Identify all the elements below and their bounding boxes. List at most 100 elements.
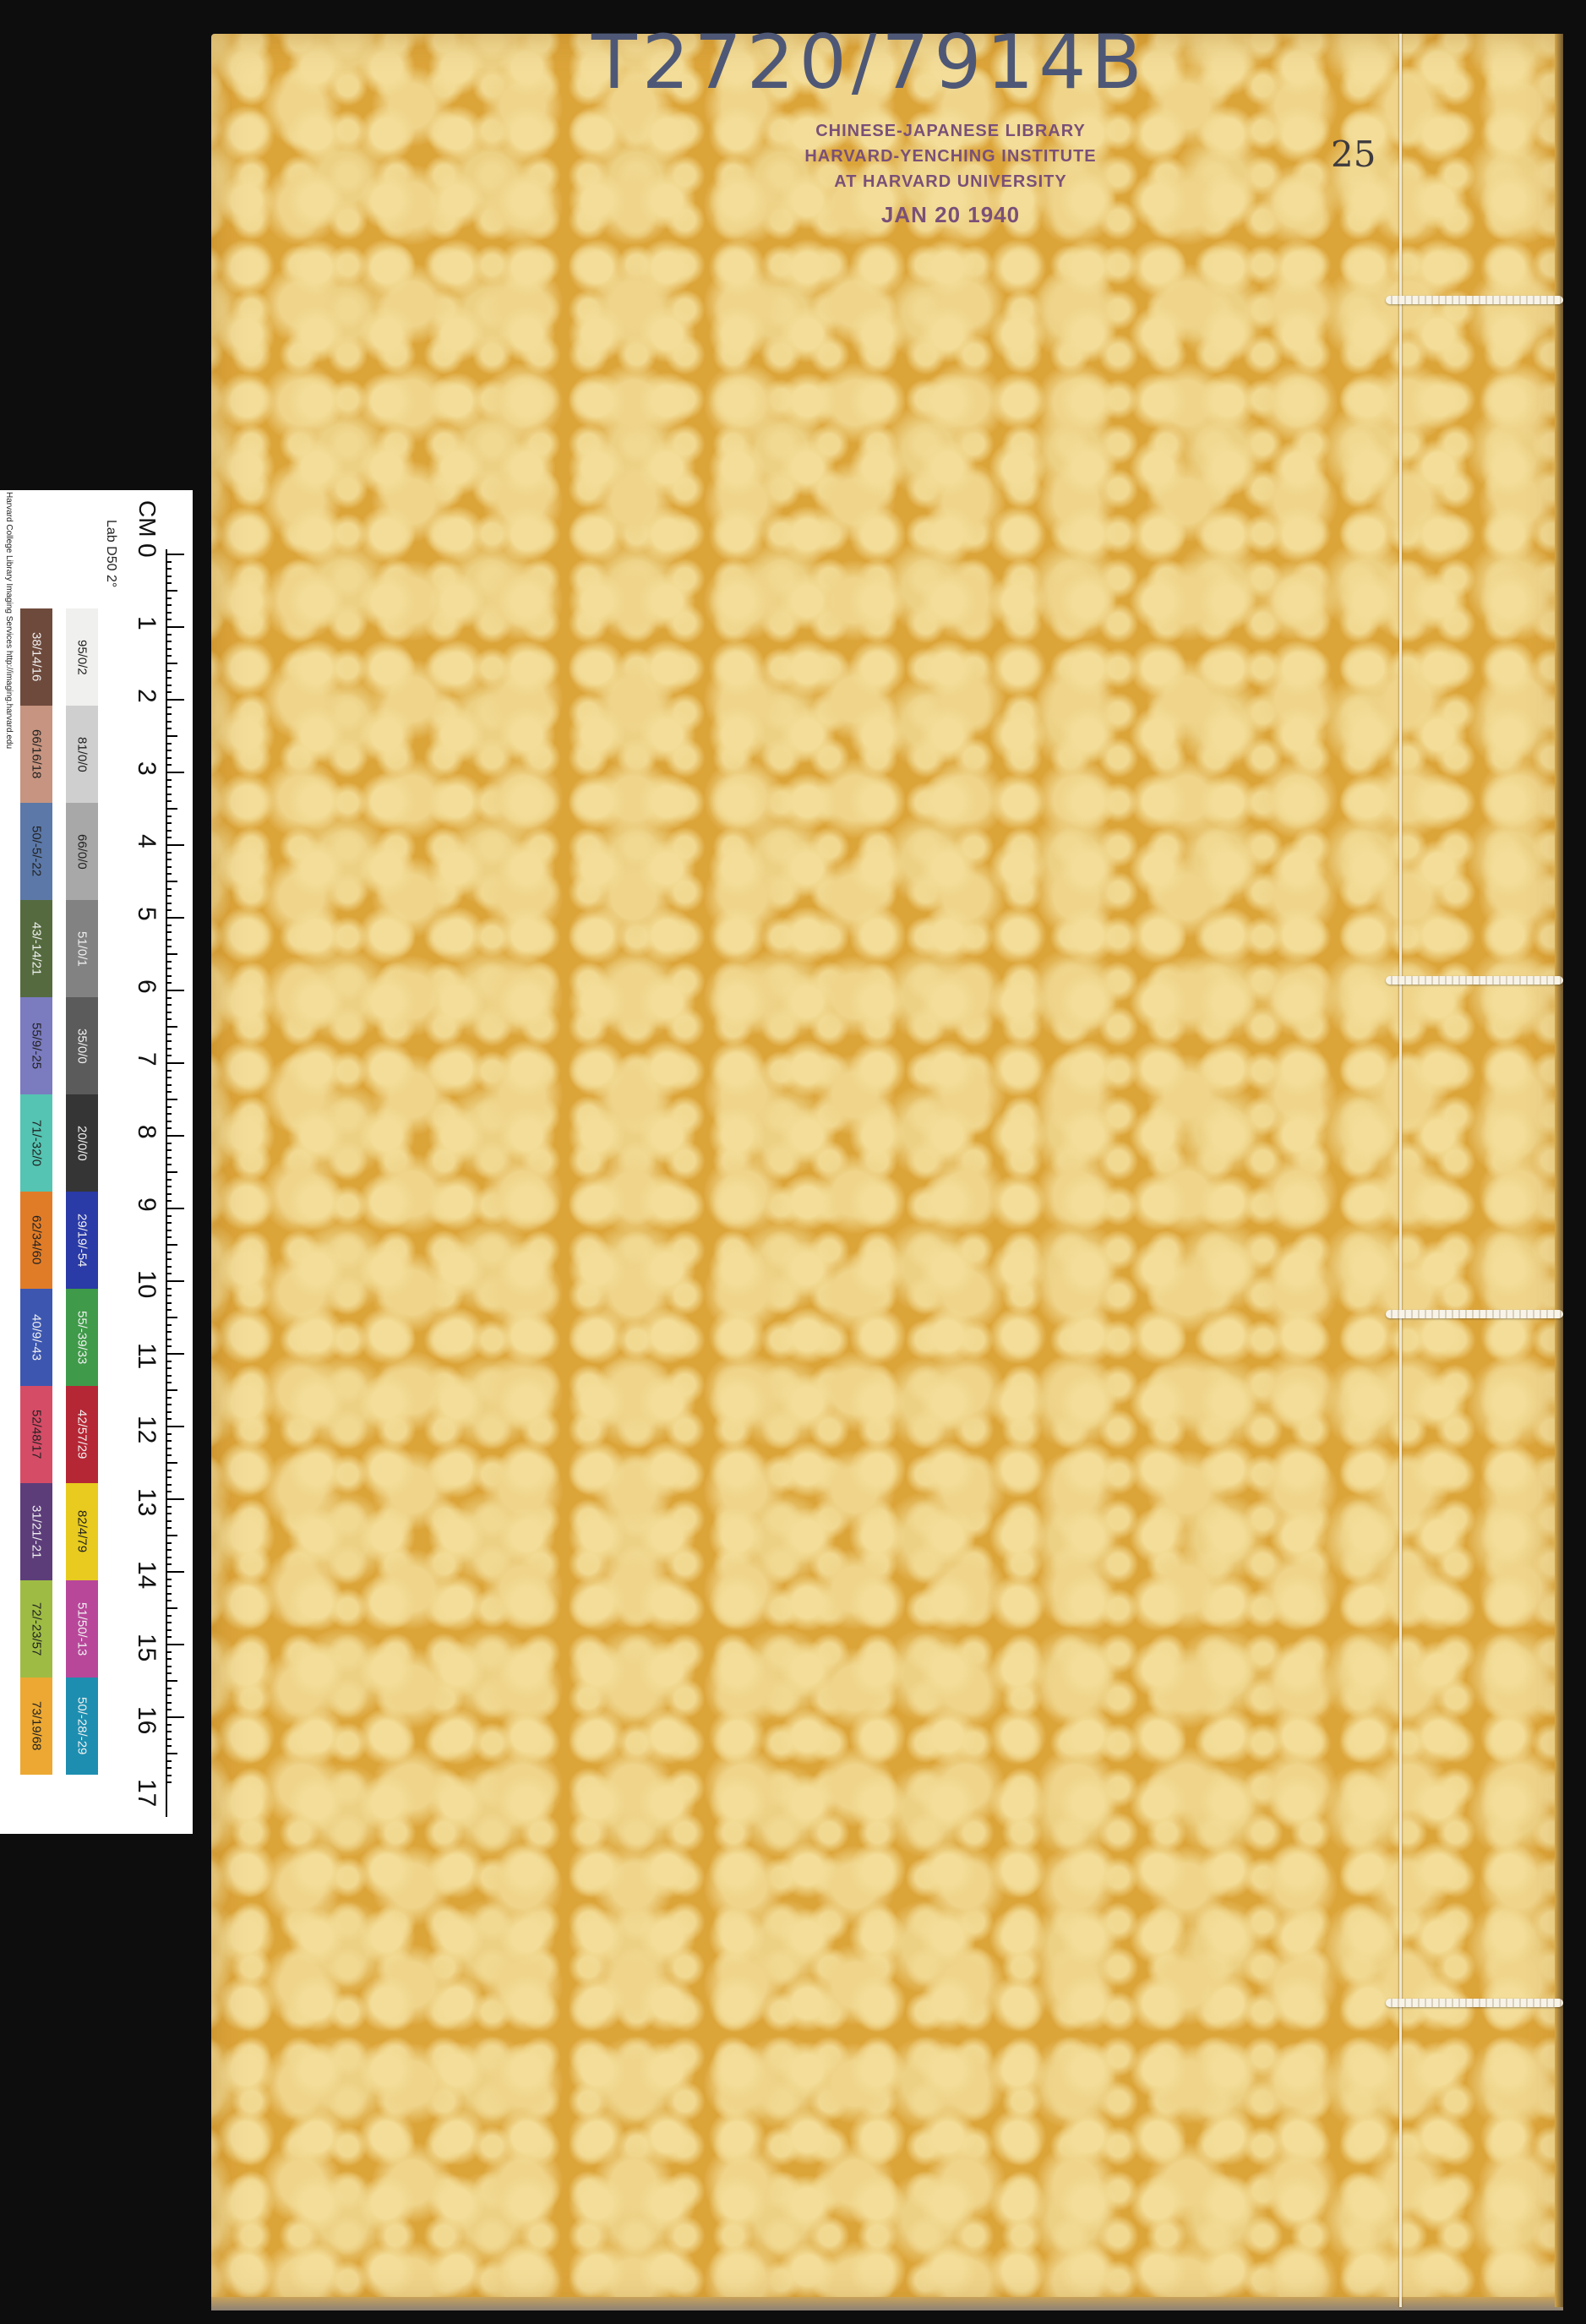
ruler-tick xyxy=(166,1440,172,1443)
ruler-tick xyxy=(166,742,172,745)
ruler-tick xyxy=(166,1701,172,1704)
ruler-number: 13 xyxy=(133,1488,161,1517)
color-patch: 73/19/68 xyxy=(20,1678,52,1775)
ruler-tick xyxy=(166,859,172,861)
color-patch: 52/48/17 xyxy=(20,1386,52,1483)
ruler-tick xyxy=(166,1447,172,1449)
ruler-tick xyxy=(166,1018,172,1021)
ruler-tick xyxy=(166,837,172,839)
ruler-tick xyxy=(166,960,172,963)
ruler-tick xyxy=(166,1658,172,1661)
ruler-tick xyxy=(166,647,172,650)
ruler-tick xyxy=(166,1105,172,1108)
ruler-tick xyxy=(166,1099,177,1100)
ruler-tick xyxy=(166,1426,184,1427)
gray-patch: 51/50/-13 xyxy=(66,1580,98,1678)
ruler-tick xyxy=(166,1033,172,1035)
color-patch: 38/14/16 xyxy=(20,608,52,706)
ruler-tick xyxy=(166,619,172,621)
ruler-tick xyxy=(166,982,172,985)
ruler-tick xyxy=(166,1367,172,1370)
ruler-tick xyxy=(166,1527,172,1530)
ruler-tick xyxy=(166,946,172,948)
ruler-tick xyxy=(166,1476,172,1479)
ruler-tick xyxy=(166,808,177,810)
ruler-number: 4 xyxy=(133,834,161,848)
ruler-number: 5 xyxy=(133,907,161,921)
color-patch-label: 52/48/17 xyxy=(29,1410,44,1459)
color-patch-label: 40/9/-43 xyxy=(29,1313,44,1361)
ruler-tick xyxy=(166,756,172,759)
ruler-number: 17 xyxy=(133,1779,161,1808)
gray-patch: 55/-39/33 xyxy=(66,1289,98,1386)
ruler-tick xyxy=(166,1738,172,1740)
color-patch: 71/-32/0 xyxy=(20,1094,52,1192)
lab-label: Lab D50 2° xyxy=(104,520,118,588)
cover-edge xyxy=(1555,34,1563,2307)
color-patch-label: 55/9/-25 xyxy=(29,1022,44,1070)
binding-thread xyxy=(1399,34,1402,2307)
ruler-tick xyxy=(166,1135,184,1137)
ruler-tick xyxy=(166,793,172,795)
ruler-tick xyxy=(166,1091,172,1094)
color-patch-label: 73/19/68 xyxy=(29,1701,44,1751)
ruler-tick xyxy=(166,1164,172,1166)
ruler-tick xyxy=(166,590,177,592)
ruler-tick xyxy=(166,931,172,934)
ruler-tick xyxy=(166,1309,172,1312)
ruler-tick xyxy=(166,1745,172,1748)
ruler-tick xyxy=(166,1541,172,1544)
gray-patch-column: 95/0/2 81/0/0 66/0/0 51/0/1 35/0/0 20/0/0 29/1… xyxy=(66,608,98,1775)
ruler-tick xyxy=(166,706,172,708)
color-patch-label: 50/-5/-22 xyxy=(29,826,44,877)
ruler-tick xyxy=(166,663,177,664)
ruler-tick xyxy=(166,1360,172,1362)
ruler-tick xyxy=(166,1600,172,1602)
ruler-tick xyxy=(166,611,172,614)
ruler-tick xyxy=(166,865,172,868)
ruler-tick xyxy=(166,560,172,563)
ruler-number: 0 xyxy=(133,543,161,558)
ruler-tick xyxy=(166,1592,172,1595)
ruler-tick xyxy=(166,1731,172,1733)
ruler-tick xyxy=(166,1644,184,1645)
ruler-tick xyxy=(166,815,172,817)
ruler-tick xyxy=(166,1636,172,1639)
ruler-number: 3 xyxy=(133,761,161,776)
ruler-tick xyxy=(166,1192,172,1195)
ruler-tick xyxy=(166,1753,177,1754)
ruler-tick xyxy=(166,1585,172,1588)
ruler-tick xyxy=(166,1716,184,1718)
ruler-tick xyxy=(166,1244,177,1246)
ruler-tick xyxy=(166,1229,172,1231)
ruler-tick xyxy=(166,1295,172,1297)
ruler-tick xyxy=(166,568,172,570)
ruler-tick xyxy=(166,1622,172,1624)
ruler-tick xyxy=(166,677,172,679)
ruler-tick xyxy=(166,1374,172,1377)
ruler-tick xyxy=(166,1709,172,1711)
ruler-tick xyxy=(166,1404,172,1406)
ruler-tick xyxy=(166,1607,177,1609)
ruler-tick xyxy=(166,1491,172,1493)
ruler-tick xyxy=(166,575,172,577)
ruler-number: 2 xyxy=(133,689,161,703)
ruler-tick xyxy=(166,1353,184,1355)
ruler-number: 9 xyxy=(133,1197,161,1212)
ruler-tick xyxy=(166,1469,172,1471)
ruler-tick xyxy=(166,1069,172,1072)
gray-patch: 42/57/29 xyxy=(66,1386,98,1483)
book-cover xyxy=(211,34,1563,2307)
ruler-tick xyxy=(166,1236,172,1239)
ruler-tick xyxy=(166,1287,172,1290)
color-patch: 66/16/18 xyxy=(20,706,52,803)
gray-patch: 66/0/0 xyxy=(66,803,98,900)
ruler-tick xyxy=(166,1418,172,1421)
gray-patch-label: 82/4/79 xyxy=(74,1510,90,1553)
ruler-tick xyxy=(166,1345,172,1348)
ruler-number: 16 xyxy=(133,1706,161,1735)
ruler-tick xyxy=(166,917,184,919)
ruler-tick xyxy=(166,1004,172,1007)
binding-stitch xyxy=(1386,1310,1563,1318)
ruler-tick xyxy=(166,1214,172,1217)
